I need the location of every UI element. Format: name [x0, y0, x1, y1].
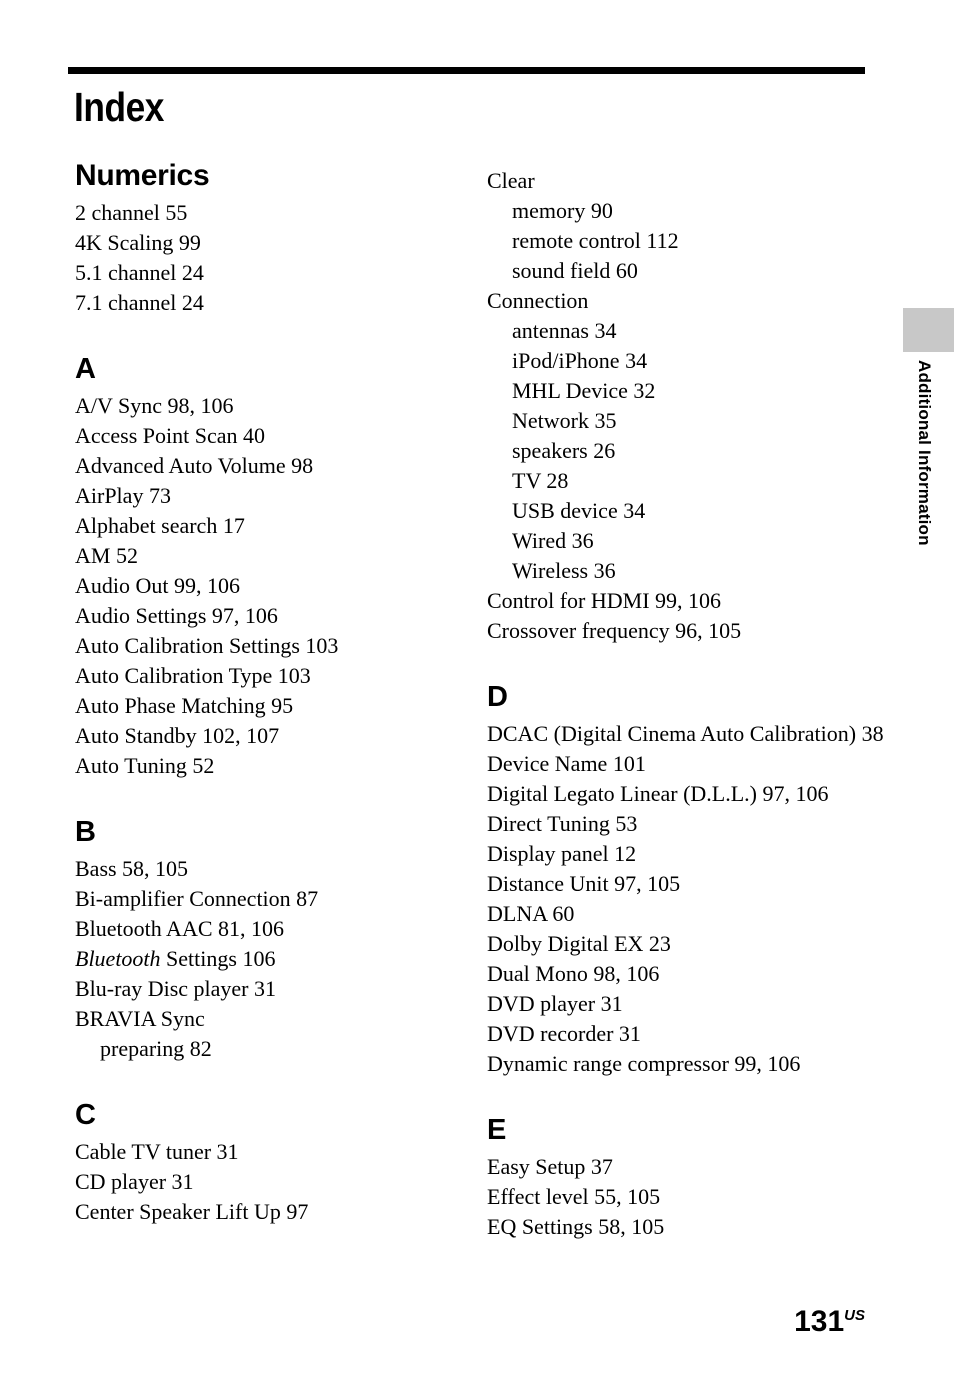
index-entry: Display panel 12 [487, 841, 637, 866]
page-number: 131US [794, 1300, 865, 1338]
index-subentry: iPod/iPhone 34 [512, 348, 648, 373]
index-entry: EQ Settings 58, 105 [487, 1214, 665, 1239]
index-section: A A/V Sync 98, 106 Access Point Scan 40 Adv… [75, 353, 465, 781]
index-entry: Advanced Auto Volume 98 [75, 453, 314, 478]
index-entry: Auto Calibration Settings 103 [75, 633, 339, 658]
index-subentry: USB device 34 [512, 498, 646, 523]
index-entry: DVD player 31 [487, 991, 623, 1016]
index-section: Clear memory 90 remote control 112 sound fi… [487, 166, 887, 646]
index-entry: A/V Sync 98, 106 [75, 393, 234, 418]
index-entry-list: DCAC (Digital Cinema Auto Calibration) 3… [487, 719, 887, 1079]
index-entry: Bass 58, 105 [75, 856, 189, 881]
page-title: Index [74, 84, 164, 130]
index-entry-list: Bass 58, 105 Bi-amplifier Connection 87 Bl… [75, 854, 465, 1064]
index-section-heading: Numerics [75, 159, 210, 192]
index-entry-list: Clear memory 90 remote control 112 sound fi… [487, 166, 887, 646]
index-entry: Auto Phase Matching 95 [75, 693, 294, 718]
index-entry: Dynamic range compressor 99, 106 [487, 1051, 801, 1076]
index-entry: 2 channel 55 [75, 200, 188, 225]
index-entry: DVD recorder 31 [487, 1021, 641, 1046]
index-entry: CD player 31 [75, 1169, 194, 1194]
index-entry: Dual Mono 98, 106 [487, 961, 660, 986]
index-section: C Cable TV tuner 31 CD player 31 Center Spe… [75, 1099, 465, 1227]
side-tab-block [903, 308, 954, 352]
index-entry: Cable TV tuner 31 [75, 1139, 239, 1164]
side-tab-text: Additional Information [915, 360, 934, 546]
index-entry: Direct Tuning 53 [487, 811, 638, 836]
index-subentry: TV 28 [512, 468, 569, 493]
index-entry: Clear [487, 168, 535, 193]
index-entry-list: Easy Setup 37 Effect level 55, 105 EQ Sett… [487, 1152, 887, 1242]
index-entry: Alphabet search 17 [75, 513, 245, 538]
index-entry: Distance Unit 97, 105 [487, 871, 681, 896]
index-column-right: Clear memory 90 remote control 112 sound fi… [487, 160, 887, 1242]
index-subentry: speakers 26 [512, 438, 616, 463]
index-subentry: Wireless 36 [512, 558, 616, 583]
index-entry: Control for HDMI 99, 106 [487, 588, 722, 613]
index-entry: Connection [487, 288, 589, 313]
index-entry-list: 2 channel 55 4K Scaling 99 5.1 channel 24 7… [75, 198, 465, 318]
index-section-heading: A [75, 353, 96, 385]
index-entry: 4K Scaling 99 [75, 230, 201, 255]
index-entry: Audio Out 99, 106 [75, 573, 240, 598]
index-subentry: remote control 112 [512, 228, 679, 253]
index-subentry: preparing 82 [100, 1036, 212, 1061]
index-subentry: antennas 34 [512, 318, 617, 343]
index-entry: 5.1 channel 24 [75, 260, 204, 285]
index-section: D DCAC (Digital Cinema Auto Calibration) … [487, 681, 887, 1079]
page-number-value: 131 [794, 1305, 845, 1338]
index-entry: 7.1 channel 24 [75, 290, 204, 315]
page-number-region-suffix: US [844, 1307, 865, 1324]
index-subentry: Network 35 [512, 408, 617, 433]
index-section-heading: B [75, 816, 96, 848]
index-entry: Audio Settings 97, 106 [75, 603, 278, 628]
index-subentry: memory 90 [512, 198, 613, 223]
index-entry: Auto Tuning 52 [75, 753, 215, 778]
index-subentry: MHL Device 32 [512, 378, 656, 403]
index-entry: Easy Setup 37 [487, 1154, 613, 1179]
index-entry: Bluetooth AAC 81, 106 [75, 916, 285, 941]
index-entry: BRAVIA Sync [75, 1006, 205, 1031]
index-column-left: Numerics 2 channel 55 4K Scaling 99 5.1 cha… [75, 160, 465, 1227]
index-subentry: sound field 60 [512, 258, 638, 283]
index-entry: Access Point Scan 40 [75, 423, 266, 448]
index-entry: Crossover frequency 96, 105 [487, 618, 742, 643]
index-entry: AirPlay 73 [75, 483, 171, 508]
index-section-heading: D [487, 681, 508, 713]
index-entry: Auto Standby 102, 107 [75, 723, 280, 748]
index-entry: Center Speaker Lift Up 97 [75, 1199, 309, 1224]
index-entry: Bluetooth Settings 106 [75, 946, 276, 971]
index-entry-italic-term: Bluetooth [75, 946, 161, 971]
index-entry: Bi-amplifier Connection 87 [75, 886, 319, 911]
index-section-heading: C [75, 1099, 96, 1131]
index-entry: Blu-ray Disc player 31 [75, 976, 276, 1001]
index-section: B Bass 58, 105 Bi-amplifier Connection 87 B… [75, 816, 465, 1064]
side-tab-label: Additional Information [903, 360, 947, 600]
index-section: Numerics 2 channel 55 4K Scaling 99 5.1 cha… [75, 160, 465, 318]
index-subentry: Wired 36 [512, 528, 594, 553]
index-entry: Auto Calibration Type 103 [75, 663, 311, 688]
index-entry: Dolby Digital EX 23 [487, 931, 671, 956]
index-entry-list: A/V Sync 98, 106 Access Point Scan 40 Adva… [75, 391, 465, 781]
header-rule [68, 67, 865, 74]
index-section: E Easy Setup 37 Effect level 55, 105 EQ Set… [487, 1114, 887, 1242]
index-entry: DCAC (Digital Cinema Auto Calibration) 3… [487, 721, 884, 746]
index-entry-list: Cable TV tuner 31 CD player 31 Center Spea… [75, 1137, 465, 1227]
index-entry: Digital Legato Linear (D.L.L.) 97, 106 [487, 781, 829, 806]
index-entry: Device Name 101 [487, 751, 646, 776]
index-entry: AM 52 [75, 543, 138, 568]
index-entry: Effect level 55, 105 [487, 1184, 661, 1209]
index-section-heading: E [487, 1114, 507, 1146]
index-entry: DLNA 60 [487, 901, 575, 926]
